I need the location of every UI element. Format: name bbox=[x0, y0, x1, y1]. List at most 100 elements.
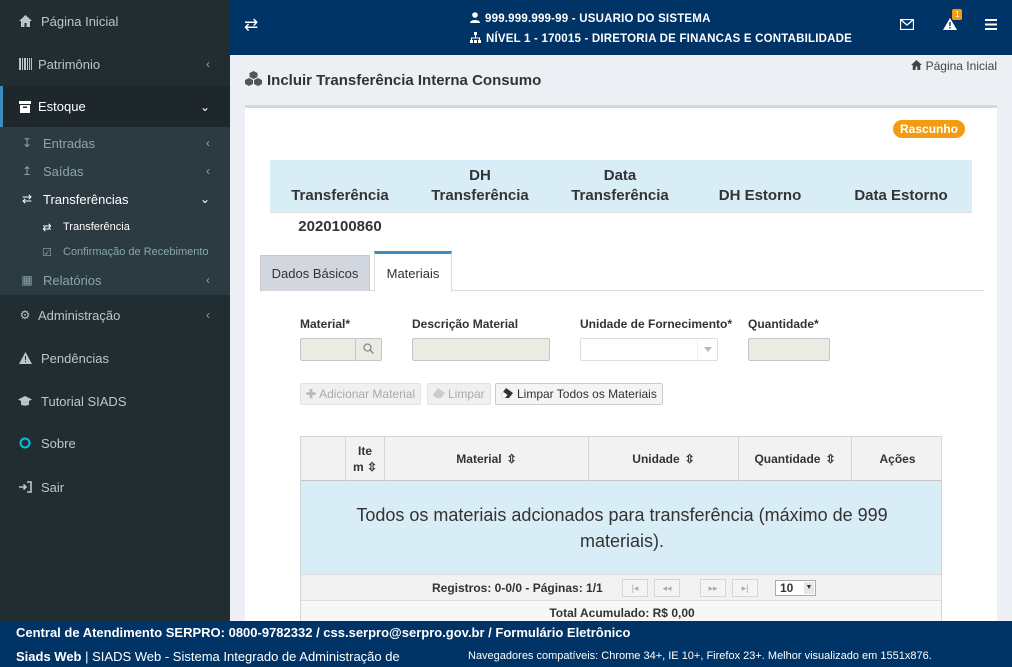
sidebar-item-transferencias[interactable]: ⇄ Transferências ⌄ bbox=[0, 191, 230, 207]
add-material-button[interactable]: ✚ Adicionar Material bbox=[300, 383, 422, 405]
archive-icon bbox=[18, 100, 32, 113]
eraser-icon bbox=[501, 387, 513, 401]
transfer-number: 2020100860 bbox=[298, 218, 382, 235]
material-search-button[interactable] bbox=[355, 338, 382, 361]
sidebar-item-label: Patrimônio bbox=[38, 56, 101, 72]
sidebar-item-confirmacao-recebimento[interactable]: ☑ Confirmação de Recebimento bbox=[0, 244, 230, 260]
summary-col-line1 bbox=[690, 166, 830, 186]
sidebar-item-sair[interactable]: Sair bbox=[0, 476, 230, 498]
clear-all-button[interactable]: Limpar Todos os Materiais bbox=[495, 383, 663, 405]
col-item[interactable]: Ite m ⇳ bbox=[346, 437, 385, 481]
summary-col-dh-transferencia: DH Transferência bbox=[410, 166, 550, 206]
sort-icon: ⇳ bbox=[684, 452, 695, 466]
bar-chart-icon: ▦ bbox=[21, 273, 33, 287]
warning-icon bbox=[18, 352, 32, 364]
home-icon bbox=[18, 15, 32, 27]
records-info: Registros: 0-0/0 - Páginas: 1/1 bbox=[432, 581, 603, 595]
col-unidade[interactable]: Unidade ⇳ bbox=[589, 437, 739, 481]
content-header: Incluir Transferência Interna Consumo Pá… bbox=[230, 55, 1012, 105]
sign-in-icon: ↧ bbox=[21, 136, 33, 150]
status-badge: Rascunho bbox=[893, 120, 966, 138]
col-quantidade-label: Quantidade bbox=[754, 452, 821, 466]
estoque-submenu: ↧ Entradas ‹ ↥ Saídas ‹ ⇄ Transferências… bbox=[0, 127, 230, 295]
top-navbar: ⇄ 999.999.999-99 - USUARIO DO SISTEMA NÍ… bbox=[230, 0, 1012, 55]
page-size-select[interactable]: 10 ▼ bbox=[775, 580, 816, 596]
user-info: 999.999.999-99 - USUARIO DO SISTEMA NÍVE… bbox=[470, 10, 852, 48]
summary-col-line1: Data bbox=[603, 167, 637, 184]
sidebar-item-patrimonio[interactable]: Patrimônio ‹ bbox=[0, 53, 230, 75]
sidebar-item-entradas[interactable]: ↧ Entradas ‹ bbox=[0, 135, 230, 151]
quantidade-input[interactable] bbox=[748, 338, 830, 361]
col-unidade-label: Unidade bbox=[632, 452, 680, 466]
chevron-left-icon: ‹ bbox=[206, 57, 210, 71]
col-acoes-label: Ações bbox=[879, 452, 916, 466]
sidebar-item-sobre[interactable]: Sobre bbox=[0, 432, 230, 454]
summary-col-line2: Transferência bbox=[571, 187, 669, 204]
menu-bars-icon[interactable] bbox=[985, 18, 997, 33]
sidebar-item-saidas[interactable]: ↥ Saídas ‹ bbox=[0, 163, 230, 179]
sort-icon: ⇳ bbox=[825, 452, 836, 466]
clear-button[interactable]: Limpar bbox=[427, 383, 491, 405]
materials-table: Ite m ⇳ Material ⇳ Unidade ⇳ Quantidade … bbox=[300, 436, 942, 624]
last-page-button[interactable]: ▸| bbox=[732, 579, 758, 597]
envelope-icon[interactable] bbox=[899, 18, 915, 33]
tab-dados-basicos[interactable]: Dados Básicos bbox=[260, 255, 370, 291]
cubes-icon bbox=[245, 71, 262, 89]
summary-col-data-estorno: Data Estorno bbox=[830, 166, 972, 206]
exchange-icon: ⇄ bbox=[42, 221, 52, 234]
summary-col-line1: DH bbox=[469, 167, 491, 184]
summary-col-line1 bbox=[830, 166, 972, 186]
sidebar-item-label: Tutorial SIADS bbox=[41, 393, 127, 409]
sidebar-item-administracao[interactable]: ⚙ Administração ‹ bbox=[0, 304, 230, 326]
alert-icon[interactable] bbox=[943, 18, 957, 33]
sort-icon: ⇳ bbox=[506, 452, 517, 466]
sidebar-item-label: Relatórios bbox=[43, 272, 102, 288]
clear-label: Limpar bbox=[448, 387, 485, 401]
sidebar-item-label: Confirmação de Recebimento bbox=[63, 246, 209, 258]
search-icon bbox=[363, 342, 374, 357]
divider bbox=[270, 212, 972, 213]
sidebar-item-tutorial[interactable]: Tutorial SIADS bbox=[0, 390, 230, 412]
caret-down-icon bbox=[697, 339, 717, 360]
descricao-input[interactable] bbox=[412, 338, 550, 361]
chevron-left-icon: ‹ bbox=[206, 308, 210, 322]
chevron-left-icon: ‹ bbox=[206, 164, 210, 178]
material-input[interactable] bbox=[300, 338, 356, 361]
alert-count-badge: 1 bbox=[952, 9, 963, 20]
caret-down-icon: ▼ bbox=[804, 582, 814, 594]
summary-col-transferencia: Transferência bbox=[270, 166, 410, 206]
sidebar-toggle-icon[interactable]: ⇄ bbox=[244, 15, 258, 35]
tab-materiais[interactable]: Materiais bbox=[374, 251, 452, 292]
sidebar-item-transferencia[interactable]: ⇄ Transferência bbox=[0, 219, 230, 235]
user-name: 999.999.999-99 - USUARIO DO SISTEMA bbox=[485, 13, 711, 25]
breadcrumb-home-link[interactable]: Página Inicial bbox=[926, 59, 997, 73]
next-page-button[interactable]: ▸▸ bbox=[700, 579, 726, 597]
sidebar: Página Inicial Patrimônio ‹ Estoque ⌄ ↧ … bbox=[0, 0, 230, 621]
prev-page-button[interactable]: ◂◂ bbox=[654, 579, 680, 597]
col-quantidade[interactable]: Quantidade ⇳ bbox=[739, 437, 852, 481]
first-page-button[interactable]: |◂ bbox=[622, 579, 648, 597]
sitemap-icon bbox=[470, 32, 481, 46]
footer: Central de Atendimento SERPRO: 0800-9782… bbox=[0, 621, 1012, 667]
sidebar-item-relatorios[interactable]: ▦ Relatórios ‹ bbox=[0, 272, 230, 288]
footer-contact: Central de Atendimento SERPRO: 0800-9782… bbox=[16, 625, 631, 640]
check-square-icon: ☑ bbox=[42, 246, 52, 259]
user-level: NÍVEL 1 - 170015 - DIRETORIA DE FINANCAS… bbox=[486, 33, 853, 45]
footer-system: Siads Web | SIADS Web - Sistema Integrad… bbox=[16, 649, 400, 664]
sidebar-item-pendencias[interactable]: Pendências bbox=[0, 347, 230, 369]
summary-header: Transferência DH Transferência Data Tran… bbox=[270, 160, 972, 212]
gears-icon: ⚙ bbox=[19, 308, 31, 322]
summary-col-data-transferencia: Data Transferência bbox=[550, 166, 690, 206]
sidebar-item-label: Entradas bbox=[43, 135, 96, 151]
col-material[interactable]: Material ⇳ bbox=[385, 437, 589, 481]
user-icon bbox=[470, 12, 480, 26]
sidebar-item-estoque[interactable]: Estoque ⌄ bbox=[0, 86, 230, 127]
sidebar-item-label: Sair bbox=[41, 479, 65, 495]
home-icon bbox=[910, 59, 922, 73]
clear-all-label: Limpar Todos os Materiais bbox=[517, 387, 657, 401]
sidebar-item-pagina-inicial[interactable]: Página Inicial bbox=[0, 10, 230, 32]
page-title-wrap: Incluir Transferência Interna Consumo bbox=[245, 71, 541, 89]
unidade-select[interactable] bbox=[580, 338, 718, 361]
summary-col-line2: Transferência bbox=[431, 187, 529, 204]
sidebar-item-label: Administração bbox=[38, 307, 121, 323]
